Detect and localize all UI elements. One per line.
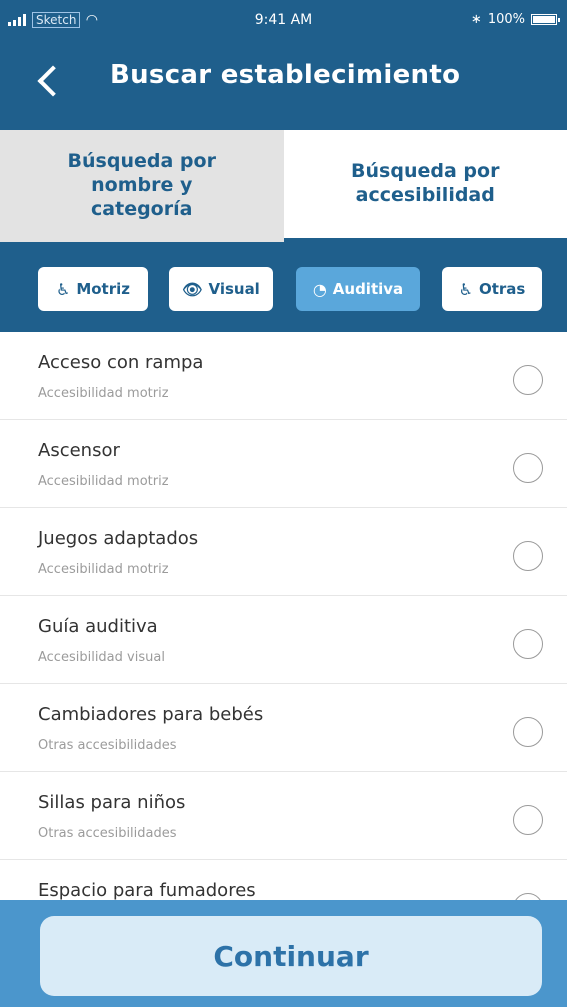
list-item[interactable]: Acceso con rampa Accesibilidad motriz (0, 332, 567, 420)
nav-bar: Buscar establecimiento (0, 50, 567, 110)
item-title: Ascensor (38, 440, 120, 461)
filter-chip-motriz[interactable]: ♿ Motriz (38, 267, 148, 311)
list-item[interactable]: Cambiadores para bebés Otras accesibilid… (0, 684, 567, 772)
search-tabs: Búsqueda por nombre y categoría Búsqueda… (0, 130, 567, 242)
item-title: Juegos adaptados (38, 528, 199, 549)
tab-label-line: nombre y (91, 174, 193, 197)
list-item[interactable]: Juegos adaptados Accesibilidad motriz (0, 508, 567, 596)
bluetooth-icon: ∗ (470, 12, 482, 27)
tab-accessibility[interactable]: Búsqueda por accesibilidad (283, 130, 567, 242)
page-title: Buscar establecimiento (110, 60, 461, 90)
item-subtitle: Accesibilidad motriz (38, 386, 169, 401)
radio-button[interactable] (513, 805, 543, 835)
tab-label-line: categoría (91, 197, 193, 220)
radio-button[interactable] (513, 365, 543, 395)
list-item[interactable]: Ascensor Accesibilidad motriz (0, 420, 567, 508)
filter-label: Otras (478, 280, 526, 298)
battery-icon (531, 14, 560, 25)
tab-label-line: Búsqueda por (351, 160, 500, 183)
footer-bar: Continuar (0, 900, 567, 1007)
wheelchair-icon: ♿ (458, 279, 473, 299)
accessibility-options-list: Acceso con rampa Accesibilidad motriz As… (0, 332, 567, 904)
tab-label-line: accesibilidad (355, 184, 495, 206)
back-chevron-icon[interactable] (34, 58, 78, 102)
tab-label-line: Búsqueda por (67, 150, 216, 173)
eye-slash-icon: 👁 (182, 279, 203, 299)
item-title: Guía auditiva (38, 616, 158, 637)
app-header: Sketch ◜◝ 9:41 AM ∗ 100% Buscar establec… (0, 0, 567, 130)
item-subtitle: Accesibilidad motriz (38, 474, 169, 489)
filter-chip-auditiva[interactable]: ◔ Auditiva (296, 267, 420, 311)
list-item[interactable]: Sillas para niños Otras accesibilidades (0, 772, 567, 860)
radio-button[interactable] (513, 453, 543, 483)
filter-bar: ♿ Motriz 👁 Visual ◔ Auditiva ♿ Otras (0, 242, 567, 332)
item-title: Sillas para niños (38, 792, 186, 813)
item-subtitle: Accesibilidad motriz (38, 562, 169, 577)
status-bar: Sketch ◜◝ 9:41 AM ∗ 100% (0, 8, 567, 36)
continue-button[interactable]: Continuar (40, 916, 542, 996)
status-right: ∗ 100% (470, 12, 560, 27)
filter-label: Auditiva (332, 280, 404, 298)
wheelchair-icon: ♿ (55, 279, 71, 299)
filter-label: Visual (208, 280, 260, 298)
item-subtitle: Accesibilidad visual (38, 650, 165, 665)
filter-chip-otras[interactable]: ♿ Otras (442, 267, 542, 311)
ear-icon: ◔ (312, 279, 327, 299)
item-title: Acceso con rampa (38, 352, 204, 373)
tab-name-category[interactable]: Búsqueda por nombre y categoría (0, 130, 284, 242)
item-subtitle: Otras accesibilidades (38, 738, 177, 753)
item-title: Cambiadores para bebés (38, 704, 264, 725)
list-item[interactable]: Espacio para fumadores (0, 860, 567, 904)
radio-button[interactable] (513, 629, 543, 659)
filter-label: Motriz (76, 280, 130, 298)
radio-button[interactable] (513, 541, 543, 571)
list-item[interactable]: Guía auditiva Accesibilidad visual (0, 596, 567, 684)
item-title: Espacio para fumadores (38, 880, 256, 901)
filter-chip-visual[interactable]: 👁 Visual (169, 267, 273, 311)
radio-button[interactable] (513, 717, 543, 747)
battery-percentage: 100% (487, 12, 525, 27)
item-subtitle: Otras accesibilidades (38, 826, 177, 841)
